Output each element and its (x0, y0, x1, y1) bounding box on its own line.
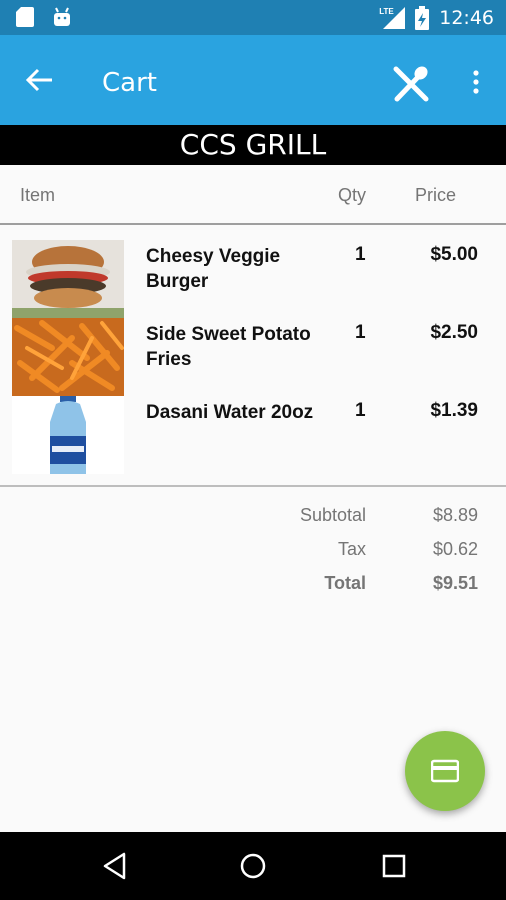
item-name: Cheesy Veggie Burger (146, 246, 281, 292)
order-totals: Subtotal $8.89 Tax $0.62 Total $9.51 (0, 505, 506, 607)
total-label: Total (324, 573, 366, 593)
column-header: Item Qty Price (0, 165, 506, 225)
overflow-menu-icon[interactable] (468, 69, 484, 95)
header-price: Price (415, 185, 457, 205)
battery-charging-icon (415, 6, 430, 30)
recents-square-icon[interactable] (378, 850, 410, 882)
status-bar: LTE 12:46 (0, 0, 506, 35)
cart-list: Cheesy Veggie Burger 1 $5.00 Side Sweet … (0, 240, 506, 474)
item-price: $2.50 (430, 322, 478, 343)
item-qty: 1 (355, 244, 366, 265)
page-title: Cart (102, 68, 157, 98)
header-qty: Qty (338, 185, 367, 205)
total-value: $9.51 (432, 573, 478, 593)
back-arrow-icon[interactable] (24, 67, 54, 93)
item-name: Dasani Water 20oz (146, 402, 314, 423)
system-nav-bar (0, 832, 506, 900)
list-divider (0, 485, 506, 487)
header-item: Item (20, 185, 56, 205)
water-bottle-image (12, 396, 124, 474)
tax-label: Tax (337, 539, 366, 559)
store-name-banner: CCS GRILL (0, 125, 506, 165)
burger-image (12, 240, 124, 318)
subtotal-label: Subtotal (299, 505, 366, 525)
cart-row-fries[interactable]: Side Sweet Potato Fries 1 $2.50 (0, 318, 506, 396)
lte-signal-icon: LTE (379, 7, 406, 29)
total-row: Total $9.51 (0, 573, 506, 607)
item-qty: 1 (355, 322, 366, 343)
sd-card-icon (16, 7, 34, 27)
android-icon (54, 7, 70, 26)
item-name: Side Sweet Potato Fries (146, 324, 311, 370)
cart-row-water[interactable]: Dasani Water 20oz 1 $1.39 (0, 396, 506, 474)
tax-row: Tax $0.62 (0, 539, 506, 573)
item-price: $1.39 (430, 400, 478, 421)
cart-row-burger[interactable]: Cheesy Veggie Burger 1 $5.00 (0, 240, 506, 318)
subtotal-row: Subtotal $8.89 (0, 505, 506, 539)
credit-card-icon (431, 759, 459, 783)
fries-image (12, 318, 124, 396)
item-price: $5.00 (430, 244, 478, 265)
status-time: 12:46 (439, 7, 494, 29)
tax-value: $0.62 (432, 539, 478, 559)
back-triangle-icon[interactable] (100, 850, 132, 882)
home-circle-icon[interactable] (237, 850, 269, 882)
item-qty: 1 (355, 400, 366, 421)
subtotal-value: $8.89 (432, 505, 478, 525)
checkout-fab[interactable] (405, 731, 485, 811)
utensils-icon[interactable] (392, 65, 430, 103)
app-bar: Cart (0, 35, 506, 125)
